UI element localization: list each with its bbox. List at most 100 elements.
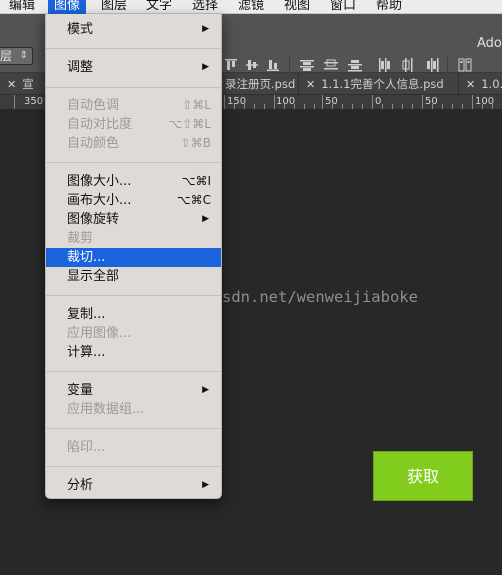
doc-tab-label: 1.1.1完善个人信息.psd [321, 77, 444, 91]
menu-item-auto-contrast[interactable]: 自动对比度 ⌥⇧⌘L [46, 115, 221, 134]
doc-tab-label: 宣 [22, 77, 34, 91]
ruler-tick [492, 104, 493, 109]
ruler-tick [264, 104, 265, 109]
menu-item-label: 自动对比度 [67, 117, 133, 132]
menu-item-label: 模式 [67, 22, 94, 37]
menu-item-label: 裁切... [67, 250, 106, 265]
submenu-arrow-icon: ▶ [202, 385, 209, 395]
menu-item-trap[interactable]: 陷印... [46, 438, 221, 457]
menu-item-label: 图像大小... [67, 174, 132, 189]
submenu-arrow-icon: ▶ [202, 214, 209, 224]
menu-item-shortcut: ⌥⇧⌘L [168, 117, 211, 131]
ruler-tick [304, 104, 305, 109]
menu-item-label: 陷印... [67, 440, 106, 455]
menu-item-image-rotation[interactable]: 图像旋转 ▶ [46, 210, 221, 229]
menu-item-shortcut: ⌥⌘I [181, 174, 211, 188]
auto-align-icon[interactable] [458, 58, 472, 72]
close-tab-icon[interactable]: ✕ [466, 78, 475, 91]
menu-item-shortcut: ⇧⌘B [180, 136, 211, 150]
menu-item-label: 计算... [67, 345, 106, 360]
ruler-tick [382, 104, 383, 109]
distribute-hcenter-icon[interactable] [401, 58, 415, 72]
menu-item-label: 分析 [67, 478, 94, 493]
close-tab-icon[interactable]: ✕ [7, 78, 16, 91]
submenu-arrow-icon: ▶ [202, 62, 209, 72]
menu-select[interactable]: 选择 [192, 0, 218, 14]
menu-item-trim[interactable]: 裁切... [46, 248, 221, 267]
menu-item-label: 裁剪 [67, 231, 94, 246]
ruler-label: 100 [276, 96, 296, 107]
menu-layer[interactable]: 图层 [101, 0, 127, 14]
menu-item-label: 画布大小... [67, 193, 132, 208]
menu-item-label: 调整 [67, 60, 94, 75]
doc-tab-label: 1.0. [481, 77, 502, 91]
doc-tab-label: 录注册页.psd [225, 77, 296, 91]
ruler-tick [362, 104, 363, 109]
ruler-tick [254, 104, 255, 109]
ruler-tick [482, 104, 483, 109]
doc-tab[interactable]: ✕ 1.0. [459, 73, 502, 95]
align-bottom-icon[interactable] [266, 58, 280, 72]
menu-view[interactable]: 视图 [284, 0, 310, 14]
menu-filter[interactable]: 滤镜 [238, 0, 264, 14]
ruler-tick [392, 104, 393, 109]
menu-item-crop[interactable]: 裁剪 [46, 229, 221, 248]
ruler-tick [314, 104, 315, 109]
menu-image[interactable]: 图像 [48, 0, 87, 14]
ruler-tick [342, 104, 343, 109]
menu-help[interactable]: 帮助 [376, 0, 402, 14]
ruler-tick [244, 104, 245, 109]
ruler-tick [274, 95, 275, 109]
menu-item-apply-image[interactable]: 应用图像... [46, 324, 221, 343]
menu-item-analysis[interactable]: 分析 ▶ [46, 476, 221, 495]
menu-item-label: 显示全部 [67, 269, 120, 284]
menu-item-canvas-size[interactable]: 画布大小... ⌥⌘C [46, 191, 221, 210]
ruler-tick [332, 104, 333, 109]
menu-item-shortcut: ⌥⌘C [176, 193, 211, 207]
distribute-bottom-icon[interactable] [348, 58, 362, 72]
menu-item-label: 自动色调 [67, 98, 120, 113]
menu-edit[interactable]: 编辑 [9, 0, 35, 14]
ruler-tick [432, 104, 433, 109]
distribute-vcenter-icon[interactable] [324, 58, 338, 72]
auto-select-dropdown[interactable]: 层 ⇕ [0, 47, 33, 65]
menu-item-reveal-all[interactable]: 显示全部 [46, 267, 221, 286]
distribute-right-icon[interactable] [425, 58, 439, 72]
menu-window[interactable]: 窗口 [330, 0, 356, 14]
watermark-text: sdn.net/wenweijiaboke [222, 288, 418, 306]
submenu-arrow-icon: ▶ [202, 480, 209, 490]
menu-item-calculations[interactable]: 计算... [46, 343, 221, 362]
distribute-left-icon[interactable] [377, 58, 391, 72]
menu-item-label: 变量 [67, 383, 94, 398]
ruler-tick [294, 104, 295, 109]
menu-item-variables[interactable]: 变量 ▶ [46, 381, 221, 400]
menu-item-label: 图像旋转 [67, 212, 120, 227]
menu-type[interactable]: 文字 [146, 0, 172, 14]
menu-item-mode[interactable]: 模式 ▶ [46, 20, 221, 39]
doc-tab[interactable]: ✕ 1.1.1完善个人信息.psd [299, 73, 459, 95]
menu-separator [46, 48, 221, 49]
menu-separator [46, 162, 221, 163]
app-title: Ado [477, 36, 502, 51]
menu-item-adjustments[interactable]: 调整 ▶ [46, 58, 221, 77]
image-menu-dropdown: 模式 ▶ 调整 ▶ 自动色调 ⇧⌘L 自动对比度 ⌥⇧⌘L 自动颜色 ⇧⌘B 图… [45, 14, 222, 499]
ruler-tick [14, 95, 15, 109]
menu-separator [46, 466, 221, 467]
menu-item-image-size[interactable]: 图像大小... ⌥⌘I [46, 172, 221, 191]
menu-item-apply-data-set[interactable]: 应用数据组... [46, 400, 221, 419]
auto-select-value: 层 [0, 49, 13, 63]
get-button[interactable]: 获取 [373, 451, 473, 501]
ruler-tick [224, 95, 225, 109]
menu-item-auto-color[interactable]: 自动颜色 ⇧⌘B [46, 134, 221, 153]
ruler-label: 350 [24, 96, 44, 107]
align-top-icon[interactable] [224, 58, 238, 72]
menu-separator [46, 295, 221, 296]
distribute-top-icon[interactable] [300, 58, 314, 72]
ruler-tick [402, 104, 403, 109]
menu-separator [46, 428, 221, 429]
align-vcenter-icon[interactable] [245, 58, 259, 72]
close-tab-icon[interactable]: ✕ [306, 78, 315, 91]
menu-item-shortcut: ⇧⌘L [182, 98, 211, 112]
menu-item-duplicate[interactable]: 复制... [46, 305, 221, 324]
menu-item-auto-tone[interactable]: 自动色调 ⇧⌘L [46, 96, 221, 115]
